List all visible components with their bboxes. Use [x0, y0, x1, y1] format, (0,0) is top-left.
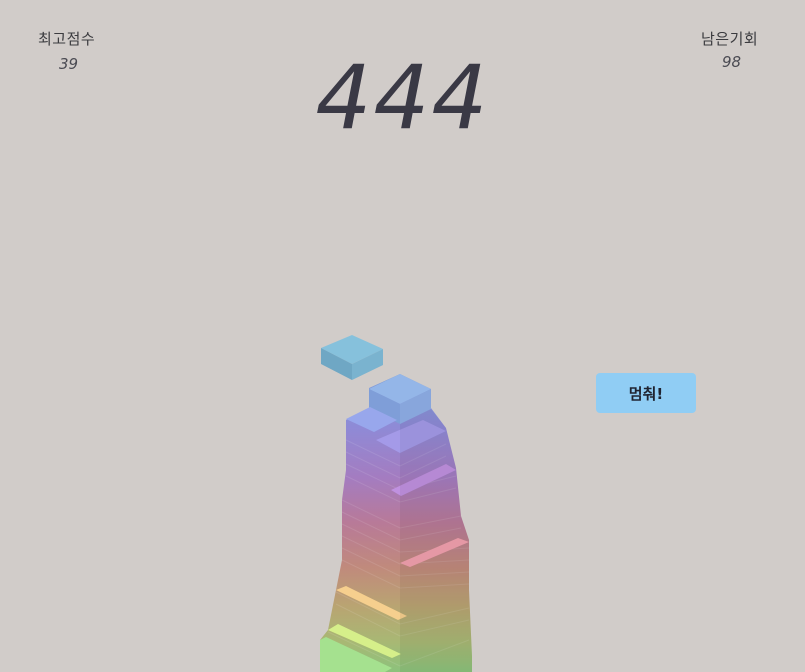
stop-button[interactable]: 멈춰! — [596, 373, 696, 413]
floating-block — [321, 335, 383, 380]
current-score: 444 — [315, 46, 490, 149]
game-stage[interactable]: 최고점수 39 남은기회 98 444 멈춰! — [0, 0, 805, 672]
tower-stack — [320, 374, 472, 672]
